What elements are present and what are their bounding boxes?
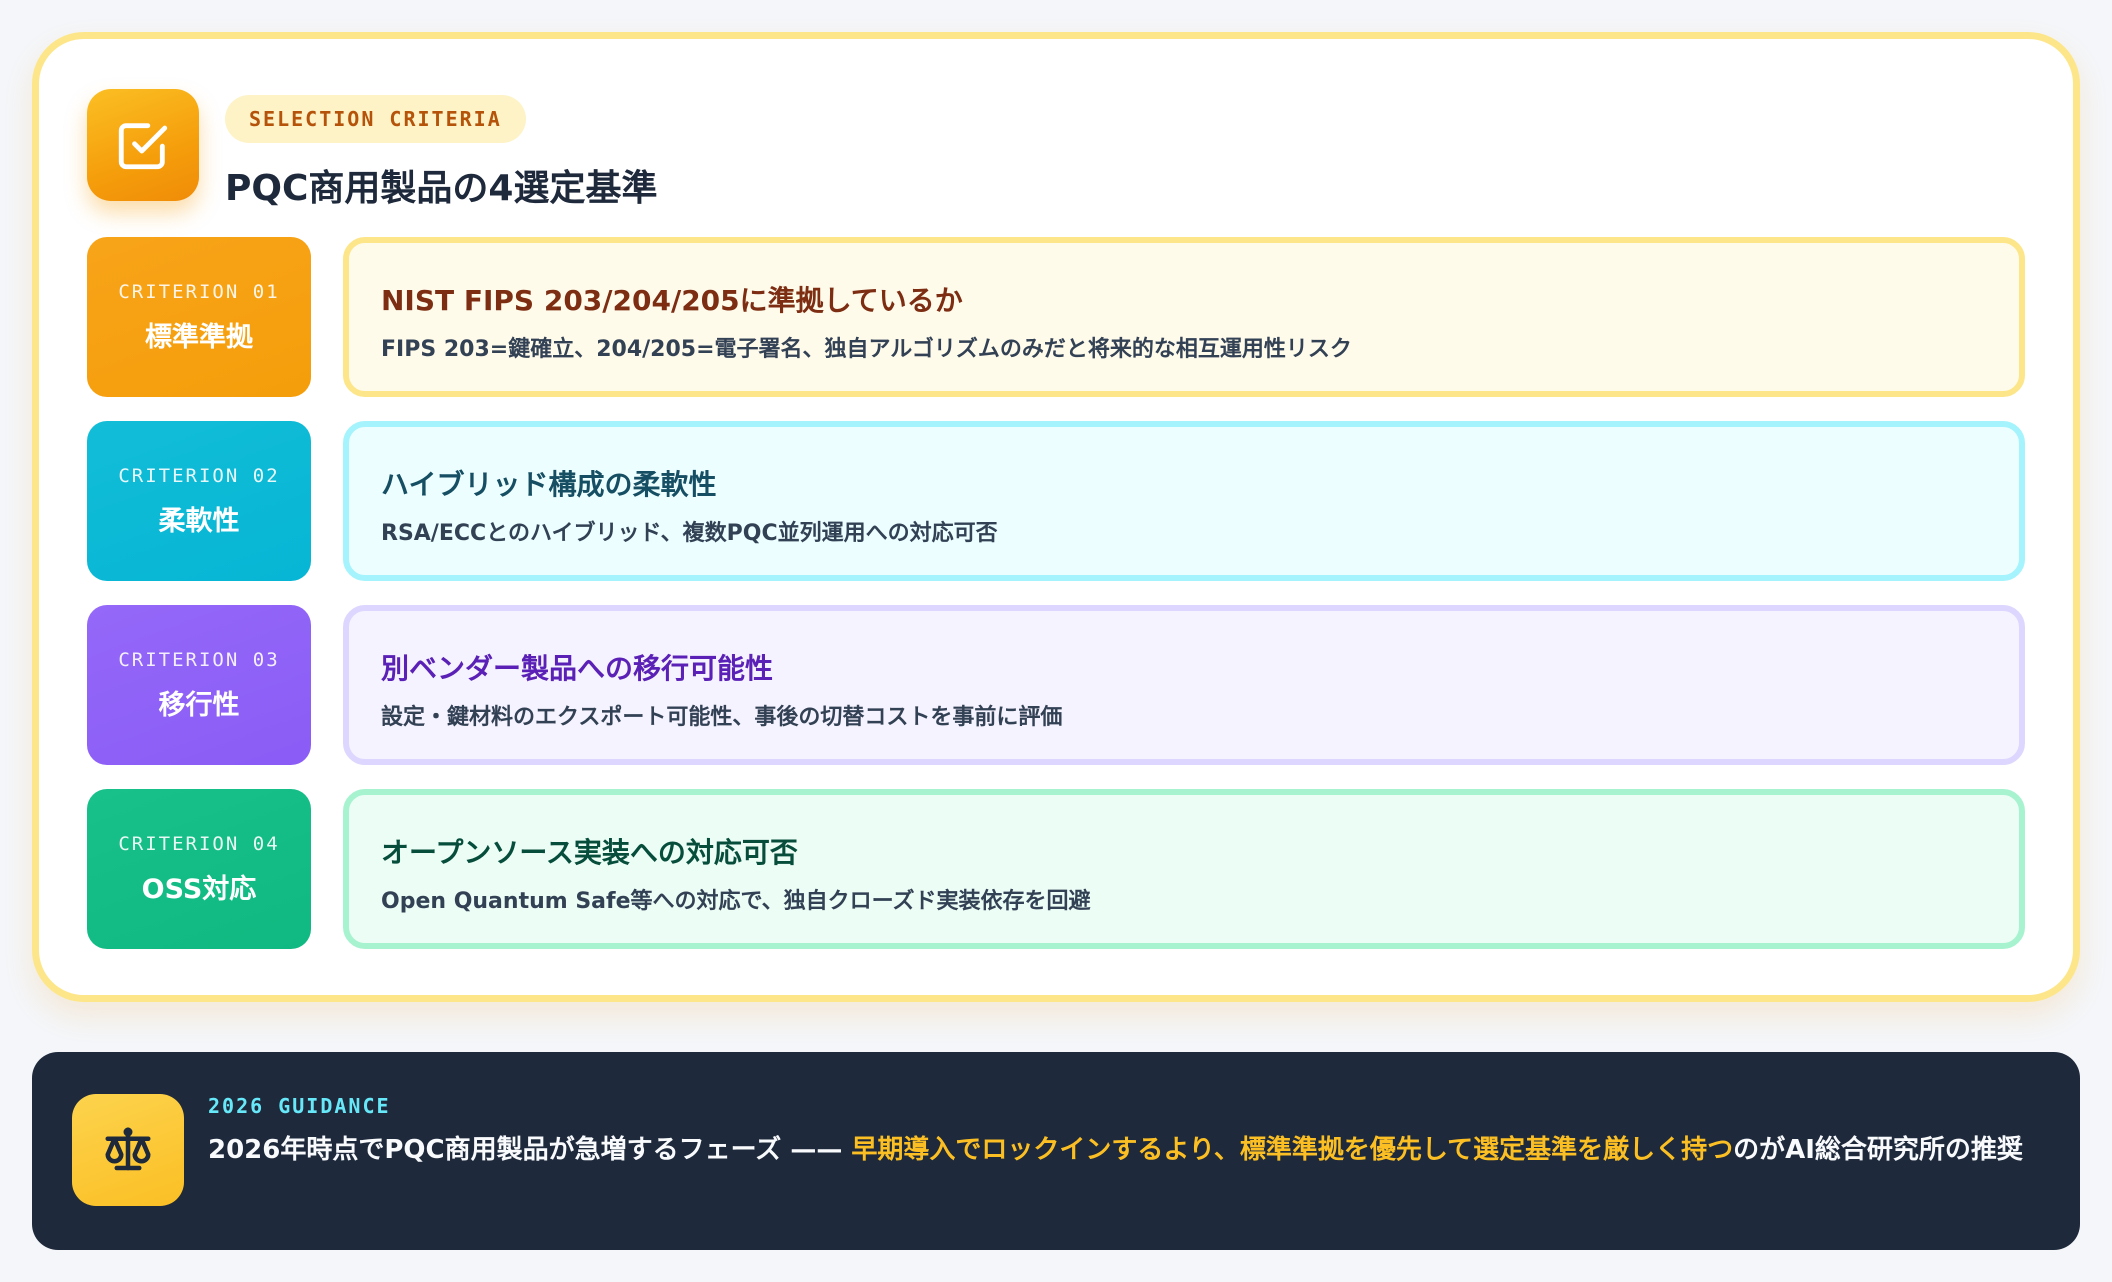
criterion-title: オープンソース実装への対応可否 [381, 836, 798, 869]
criterion-description: FIPS 203=鍵確立、204/205=電子署名、独自アルゴリズムのみだと将来… [381, 337, 1352, 362]
criterion-badge: CRITERION 01 標準準拠 [87, 237, 311, 397]
criterion-badge: CRITERION 02 柔軟性 [87, 421, 311, 581]
criterion-title: ハイブリッド構成の柔軟性 [381, 468, 717, 501]
criterion-title: 別ベンダー製品への移行可能性 [381, 652, 774, 685]
guidance-text: 2026年時点でPQC商用製品が急増するフェーズ —— 早期導入でロックインする… [208, 1130, 2058, 1170]
criterion-panel: オープンソース実装への対応可否 Open Quantum Safe等への対応で、… [343, 789, 2025, 949]
criterion-description: 設定・鍵材料のエクスポート可能性、事後の切替コストを事前に評価 [381, 705, 1063, 730]
criterion-name: OSS対応 [141, 873, 257, 905]
criterion-panel: NIST FIPS 203/204/205に準拠しているか FIPS 203=鍵… [343, 237, 2025, 397]
balance-scale-icon [72, 1094, 184, 1206]
criterion-row-04: CRITERION 04 OSS対応 オープンソース実装への対応可否 Open … [87, 789, 2025, 949]
criterion-badge: CRITERION 04 OSS対応 [87, 789, 311, 949]
criterion-description: RSA/ECCとのハイブリッド、複数PQC並列運用への対応可否 [381, 521, 998, 546]
criterion-name: 移行性 [158, 689, 240, 721]
checkbox-icon [87, 89, 199, 201]
criterion-code: CRITERION 02 [118, 464, 280, 487]
criterion-code: CRITERION 04 [118, 832, 280, 855]
criterion-row-01: CRITERION 01 標準準拠 NIST FIPS 203/204/205に… [87, 237, 2025, 397]
criterion-badge: CRITERION 03 移行性 [87, 605, 311, 765]
section-eyebrow-badge: SELECTION CRITERIA [225, 95, 526, 143]
guidance-text-highlight: 早期導入でロックインするより、標準準拠を優先して選定基準を厳しく持つ [851, 1135, 1734, 1165]
criterion-description: Open Quantum Safe等への対応で、独自クローズド実装依存を回避 [381, 889, 1091, 914]
criterion-row-03: CRITERION 03 移行性 別ベンダー製品への移行可能性 設定・鍵材料のエ… [87, 605, 2025, 765]
criterion-panel: ハイブリッド構成の柔軟性 RSA/ECCとのハイブリッド、複数PQC並列運用への… [343, 421, 2025, 581]
criterion-title: NIST FIPS 203/204/205に準拠しているか [381, 284, 963, 317]
guidance-banner: 2026 GUIDANCE 2026年時点でPQC商用製品が急増するフェーズ —… [32, 1052, 2080, 1250]
criterion-code: CRITERION 03 [118, 648, 280, 671]
guidance-eyebrow: 2026 GUIDANCE [208, 1094, 391, 1118]
criterion-panel: 別ベンダー製品への移行可能性 設定・鍵材料のエクスポート可能性、事後の切替コスト… [343, 605, 2025, 765]
criterion-name: 柔軟性 [158, 505, 240, 537]
card-title: PQC商用製品の4選定基準 [225, 168, 658, 209]
criterion-code: CRITERION 01 [118, 280, 280, 303]
criterion-name: 標準準拠 [145, 321, 253, 353]
guidance-text-lead: 2026年時点でPQC商用製品が急増するフェーズ —— [208, 1135, 852, 1165]
guidance-text-tail: のがAI総合研究所の推奨 [1733, 1135, 2023, 1165]
selection-criteria-card: SELECTION CRITERIA PQC商用製品の4選定基準 CRITERI… [32, 32, 2080, 1002]
criterion-row-02: CRITERION 02 柔軟性 ハイブリッド構成の柔軟性 RSA/ECCとのハ… [87, 421, 2025, 581]
